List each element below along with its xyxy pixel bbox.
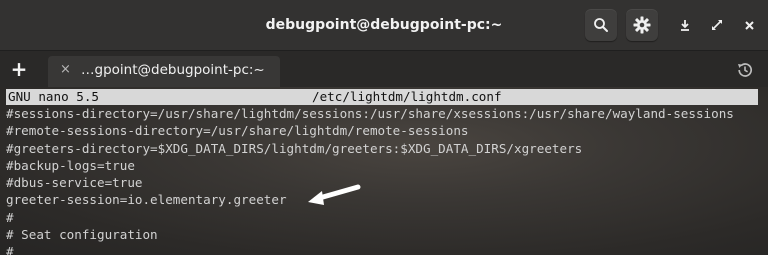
tab-label: …gpoint@debugpoint-pc:~ [81, 62, 265, 78]
config-line: # [6, 244, 14, 255]
maximize-icon [712, 20, 722, 30]
download-icon [681, 20, 689, 31]
tab-close-icon[interactable]: × [60, 62, 71, 77]
tab-bar: + × …gpoint@debugpoint-pc:~ [0, 51, 768, 87]
close-icon [744, 20, 754, 30]
gear-icon [633, 16, 651, 34]
config-line: #greeters-directory=$XDG_DATA_DIRS/light… [6, 140, 583, 156]
config-line: # Seat configuration [6, 227, 158, 243]
nano-title-bar: GNU nano 5.5 /etc/lightdm/lightdm.conf [6, 89, 758, 105]
config-line: #backup-logs=true [6, 157, 135, 173]
maximize-button[interactable] [707, 15, 727, 35]
search-button[interactable] [585, 9, 617, 41]
config-line: #remote-sessions-directory=/usr/share/li… [6, 123, 469, 139]
new-tab-button[interactable]: + [8, 59, 30, 81]
config-line-greeter-session: greeter-session=io.elementary.greeter [6, 192, 287, 208]
config-line: # [6, 209, 14, 225]
file-lines: #sessions-directory=/usr/share/lightdm/s… [6, 105, 734, 255]
history-icon[interactable] [736, 61, 754, 79]
search-icon [594, 18, 608, 32]
config-line: #dbus-service=true [6, 175, 143, 191]
nano-filename: /etc/lightdm/lightdm.conf [312, 89, 502, 104]
nano-version: GNU nano 5.5 [8, 89, 99, 104]
config-line: #sessions-directory=/usr/share/lightdm/s… [6, 106, 734, 121]
settings-button[interactable] [626, 9, 658, 41]
tab-terminal[interactable]: × …gpoint@debugpoint-pc:~ [48, 56, 280, 87]
close-button[interactable] [739, 15, 759, 35]
terminal-content[interactable]: GNU nano 5.5 /etc/lightdm/lightdm.conf #… [0, 87, 768, 255]
download-button[interactable] [675, 15, 695, 35]
terminal-window: debugpoint@debugpoint-pc:~ + × …gpoint@d… [0, 0, 768, 255]
annotation-arrow-icon [308, 184, 361, 205]
header-bar: debugpoint@debugpoint-pc:~ [0, 0, 768, 51]
